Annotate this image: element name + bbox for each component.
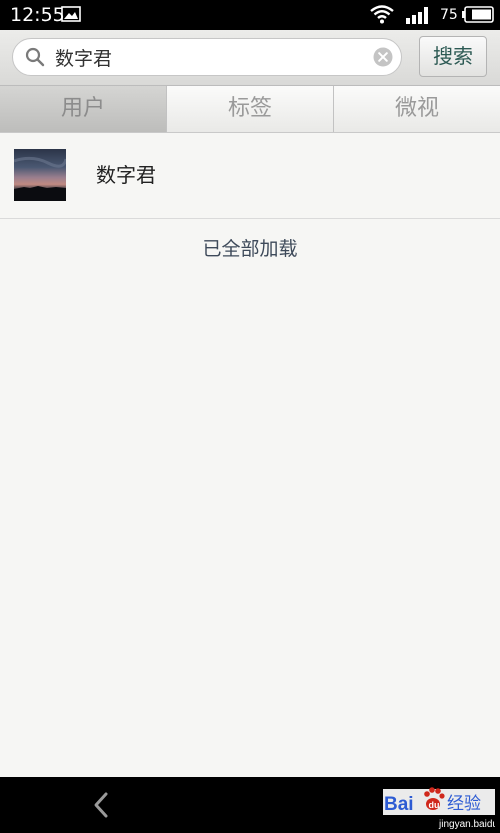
tab-tags[interactable]: 标签 (166, 86, 333, 132)
load-status: 已全部加载 (202, 238, 298, 260)
search-box[interactable] (12, 38, 402, 76)
battery-level: 75 (440, 7, 458, 23)
user-result-row[interactable]: 数字君 (0, 133, 500, 219)
svg-text:du: du (429, 800, 440, 810)
battery-icon (462, 6, 494, 23)
tab-users[interactable]: 用户 (0, 86, 166, 132)
signal-icon (406, 7, 428, 24)
avatar[interactable] (14, 149, 66, 201)
wifi-icon (370, 5, 394, 24)
status-bar: 12:55 75 (0, 0, 500, 30)
svg-text:jingyan.baidu.com: jingyan.baidu.com (438, 819, 495, 830)
user-name[interactable]: 数字君 (96, 162, 156, 188)
gallery-icon (61, 6, 81, 22)
baidu-jingyan-watermark: Bai du 经验 jingyan.baidu.com (383, 787, 495, 830)
tab-bar: 用户 标签 微视 (0, 85, 500, 133)
search-button[interactable]: 搜索 (419, 36, 487, 77)
svg-text:经验: 经验 (447, 794, 481, 814)
search-bar: 搜索 (0, 30, 500, 85)
status-time: 12:55 (10, 4, 65, 26)
clear-icon[interactable] (373, 47, 393, 67)
svg-text:Bai: Bai (384, 794, 414, 815)
search-input[interactable] (55, 39, 365, 75)
search-icon (25, 47, 45, 67)
back-icon[interactable] (88, 791, 116, 819)
tab-weishi[interactable]: 微视 (333, 86, 500, 132)
app-screen: 12:55 75 数字君 搜索 用户 标签 微视 数字君 已全部加载 Bai d… (0, 0, 500, 833)
